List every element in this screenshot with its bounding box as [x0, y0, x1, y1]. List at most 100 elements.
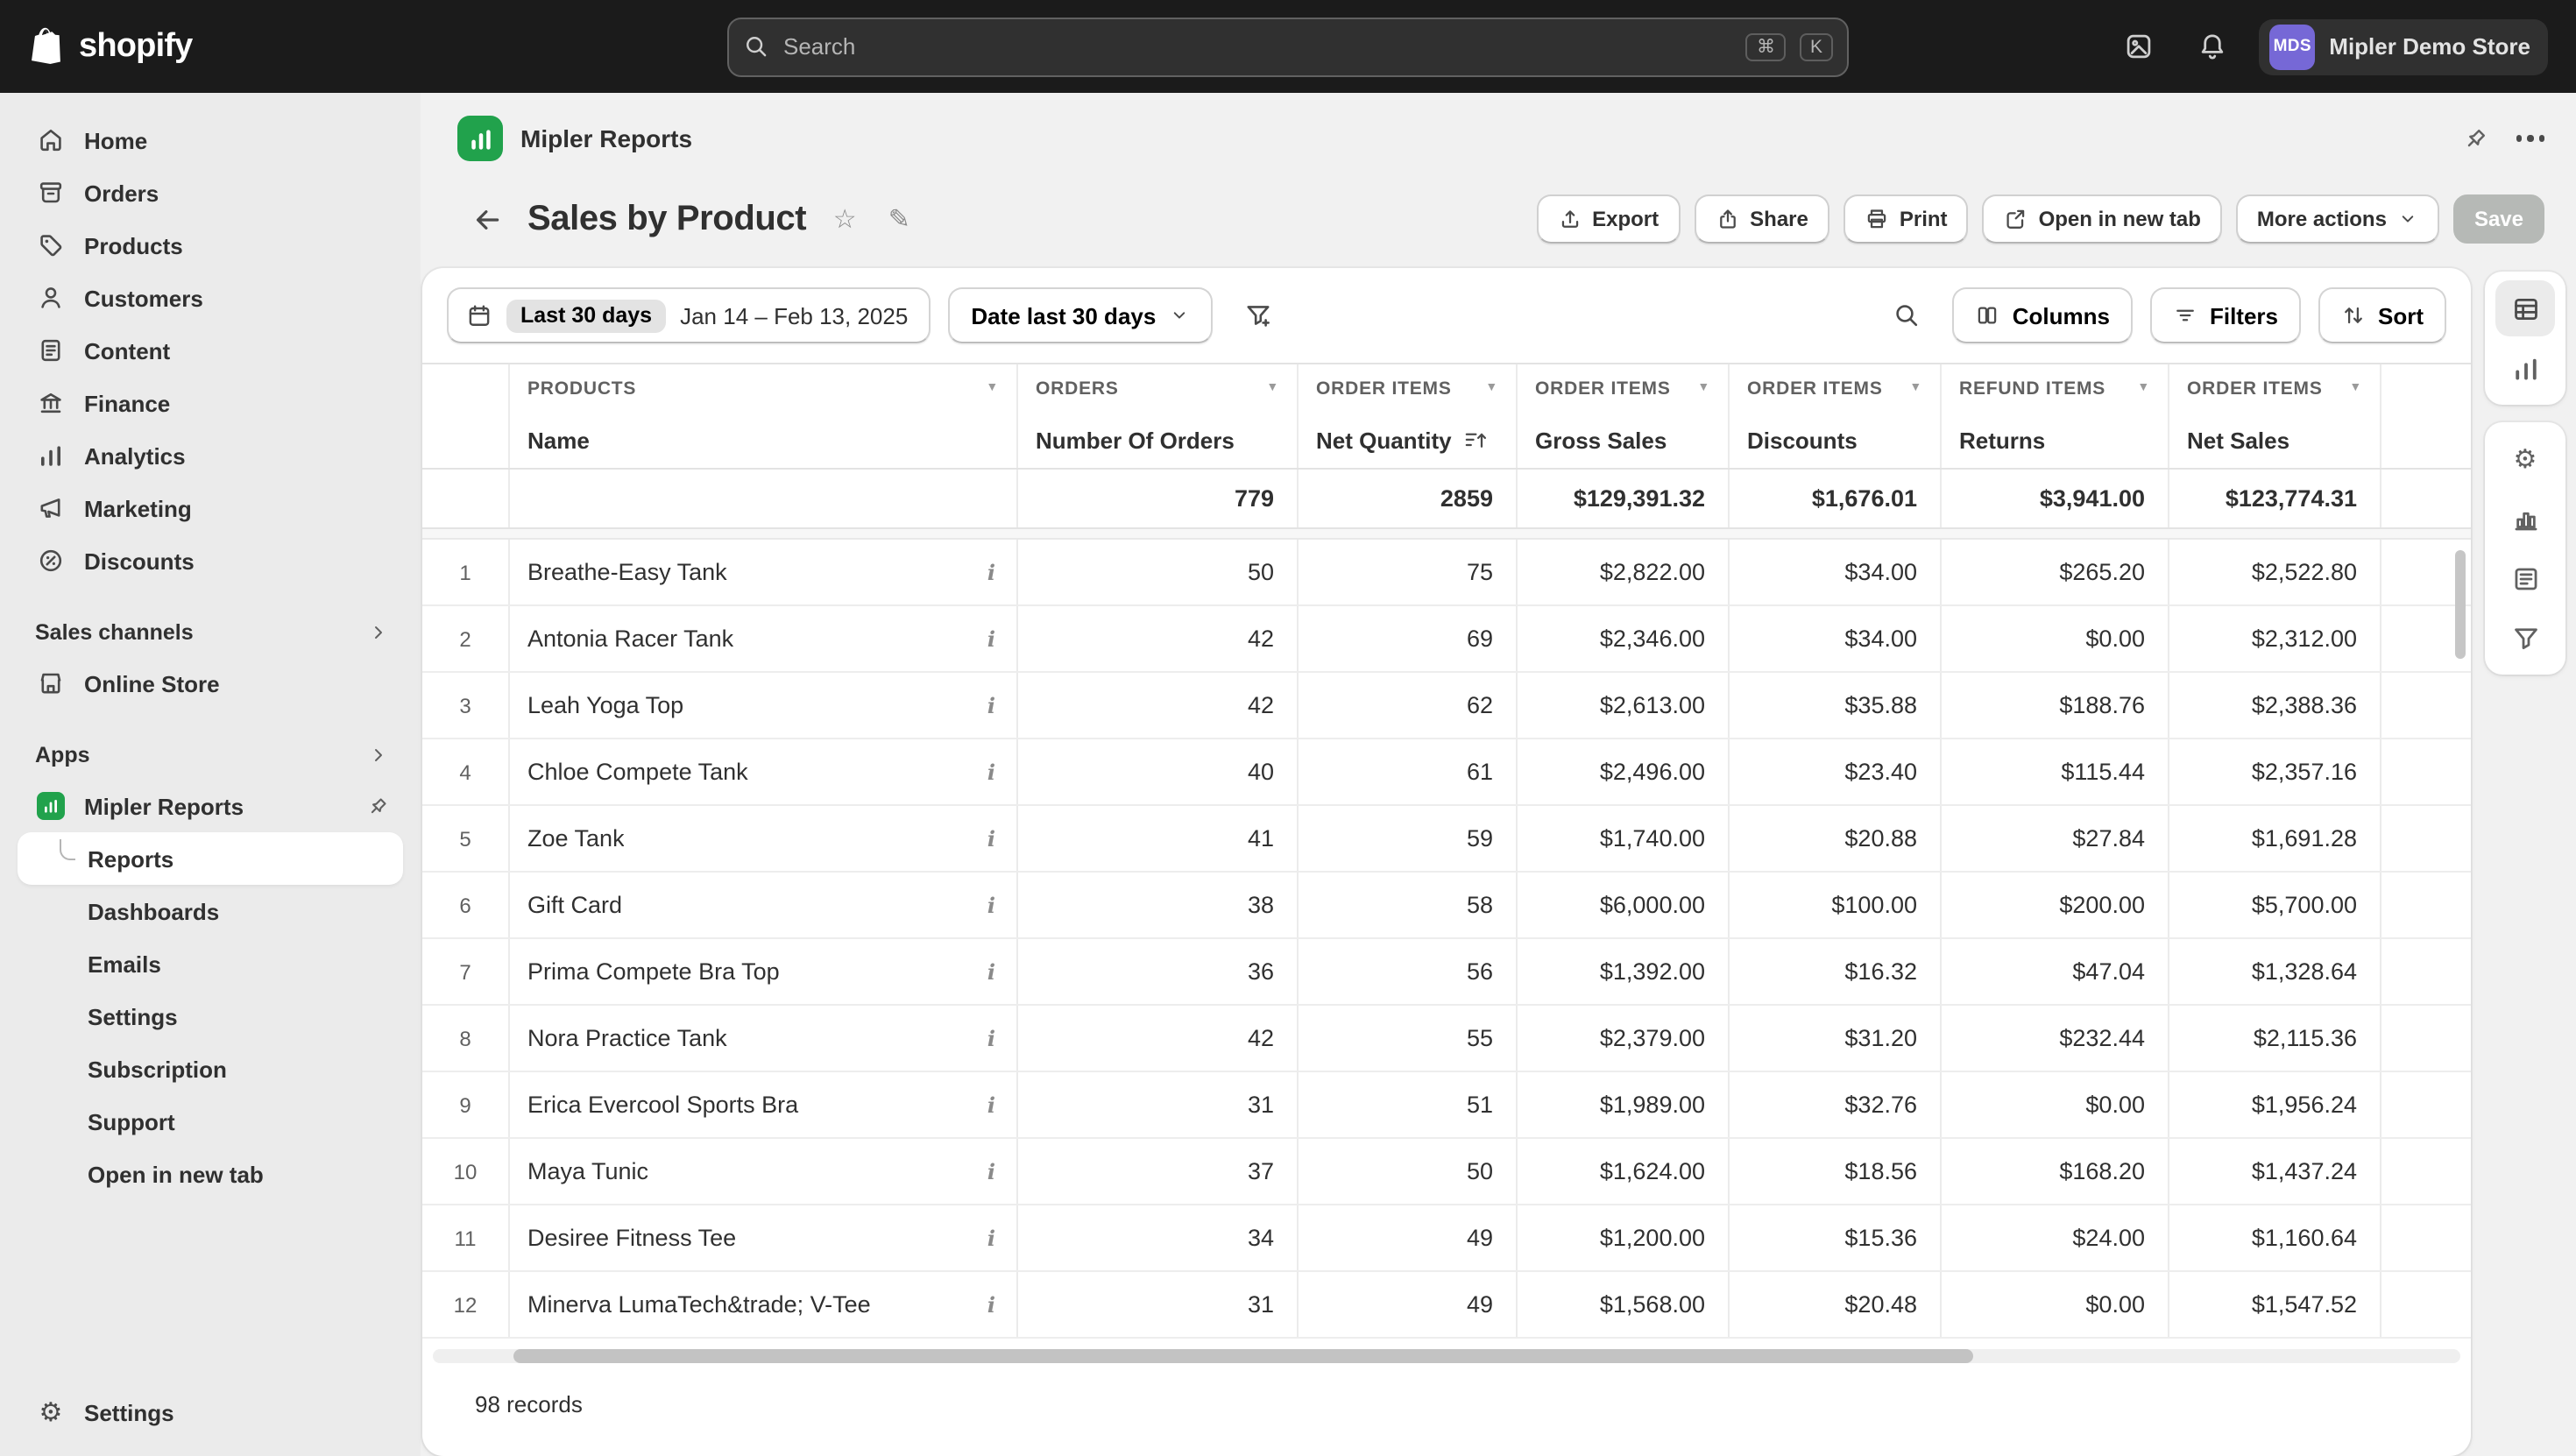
pin-icon[interactable] — [2461, 125, 2488, 152]
column-gross-sales[interactable]: Gross Sales — [1518, 412, 1730, 468]
group-refund-items[interactable]: REFUND ITEMS▼ — [1942, 364, 2169, 412]
info-icon[interactable]: i — [987, 1226, 999, 1250]
info-icon[interactable]: i — [987, 1026, 999, 1050]
sidebar-section-sales-channels[interactable]: Sales channels — [18, 608, 403, 657]
horizontal-scrollbar[interactable] — [422, 1342, 2471, 1370]
table-row[interactable]: 4 Chloe Compete Tank i 40 61 $2,496.00 $… — [422, 739, 2471, 806]
table-row[interactable]: 3 Leah Yoga Top i 42 62 $2,613.00 $35.88… — [422, 673, 2471, 739]
table-row[interactable]: 9 Erica Evercool Sports Bra i 31 51 $1,9… — [422, 1072, 2471, 1139]
table-row[interactable]: 5 Zoe Tank i 41 59 $1,740.00 $20.88 $27.… — [422, 806, 2471, 873]
open-in-new-tab-button[interactable]: Open in new tab — [1983, 194, 2222, 244]
sidebar-subitem-subscription[interactable]: Subscription — [18, 1043, 403, 1095]
sidebar-item-mipler-reports[interactable]: Mipler Reports — [18, 780, 403, 832]
product-name-cell[interactable]: Breathe-Easy Tank i — [510, 540, 1018, 604]
sidebar-item-orders[interactable]: Orders — [18, 166, 403, 219]
info-icon[interactable]: i — [987, 893, 999, 917]
columns-button[interactable]: Columns — [1953, 287, 2133, 343]
product-name-cell[interactable]: Chloe Compete Tank i — [510, 739, 1018, 804]
group-order-items-1[interactable]: ORDER ITEMS▼ — [1299, 364, 1518, 412]
media-icon[interactable] — [2112, 20, 2164, 73]
product-name-cell[interactable]: Leah Yoga Top i — [510, 673, 1018, 738]
sidebar-section-apps[interactable]: Apps — [18, 731, 403, 780]
product-name-cell[interactable]: Nora Practice Tank i — [510, 1006, 1018, 1071]
sidebar-item-home[interactable]: Home — [18, 114, 403, 166]
rail-table-view-button[interactable] — [2495, 280, 2555, 336]
info-icon[interactable]: i — [987, 1092, 999, 1117]
more-options-icon[interactable] — [2516, 136, 2544, 142]
table-row[interactable]: 1 Breathe-Easy Tank i 50 75 $2,822.00 $3… — [422, 540, 2471, 606]
info-icon[interactable]: i — [987, 1292, 999, 1317]
table-row[interactable]: 12 Minerva LumaTech&trade; V-Tee i 31 49… — [422, 1272, 2471, 1339]
rail-format-button[interactable] — [2495, 550, 2555, 606]
group-order-items-3[interactable]: ORDER ITEMS▼ — [1730, 364, 1942, 412]
search-input[interactable] — [783, 33, 1732, 60]
sidebar-item-analytics[interactable]: Analytics — [18, 429, 403, 482]
table-row[interactable]: 8 Nora Practice Tank i 42 55 $2,379.00 $… — [422, 1006, 2471, 1072]
info-icon[interactable]: i — [987, 626, 999, 651]
date-range-button[interactable]: Last 30 days Jan 14 – Feb 13, 2025 — [447, 287, 931, 343]
store-menu[interactable]: MDS Mipler Demo Store — [2259, 18, 2548, 74]
table-row[interactable]: 11 Desiree Fitness Tee i 34 49 $1,200.00… — [422, 1205, 2471, 1272]
table-search-icon[interactable] — [1879, 287, 1936, 343]
info-icon[interactable]: i — [987, 760, 999, 784]
table-row[interactable]: 10 Maya Tunic i 37 50 $1,624.00 $18.56 $… — [422, 1139, 2471, 1205]
sidebar-item-finance[interactable]: Finance — [18, 377, 403, 429]
sidebar-subitem-support[interactable]: Support — [18, 1095, 403, 1148]
group-order-items-2[interactable]: ORDER ITEMS▼ — [1518, 364, 1730, 412]
filters-button[interactable]: Filters — [2150, 287, 2301, 343]
sidebar-subitem-reports[interactable]: Reports — [18, 832, 403, 885]
save-button[interactable]: Save — [2453, 194, 2544, 244]
column-name[interactable]: Name — [510, 412, 1018, 468]
info-icon[interactable]: i — [987, 1159, 999, 1184]
horizontal-scrollbar-thumb[interactable] — [513, 1349, 1973, 1363]
sort-button[interactable]: Sort — [2318, 287, 2446, 343]
product-name-cell[interactable]: Gift Card i — [510, 873, 1018, 937]
horizontal-scrollbar-track[interactable] — [433, 1349, 2460, 1363]
sidebar-item-marketing[interactable]: Marketing — [18, 482, 403, 534]
column-number-of-orders[interactable]: Number Of Orders — [1018, 412, 1299, 468]
sidebar-subitem-dashboards[interactable]: Dashboards — [18, 885, 403, 937]
export-button[interactable]: Export — [1536, 194, 1680, 244]
sidebar-subitem-settings[interactable]: Settings — [18, 990, 403, 1043]
notifications-bell-icon[interactable] — [2185, 20, 2238, 73]
more-actions-button[interactable]: More actions — [2236, 194, 2439, 244]
rail-chart-view-button[interactable] — [2495, 340, 2555, 396]
product-name-cell[interactable]: Zoe Tank i — [510, 806, 1018, 871]
sidebar-item-discounts[interactable]: Discounts — [18, 534, 403, 587]
sidebar-item-content[interactable]: Content — [18, 324, 403, 377]
column-returns[interactable]: Returns — [1942, 412, 2169, 468]
table-row[interactable]: 2 Antonia Racer Tank i 42 69 $2,346.00 $… — [422, 606, 2471, 673]
sidebar-item-customers[interactable]: Customers — [18, 272, 403, 324]
sidebar-item-online-store[interactable]: Online Store — [18, 657, 403, 710]
back-arrow-icon[interactable] — [463, 194, 512, 244]
info-icon[interactable]: i — [987, 560, 999, 584]
favorite-star-icon[interactable]: ☆ — [825, 203, 864, 235]
rename-pencil-icon[interactable]: ✎ — [880, 203, 918, 235]
product-name-cell[interactable]: Prima Compete Bra Top i — [510, 939, 1018, 1004]
info-icon[interactable]: i — [987, 959, 999, 984]
product-name-cell[interactable]: Desiree Fitness Tee i — [510, 1205, 1018, 1270]
global-search[interactable]: ⌘ K — [727, 17, 1849, 76]
vertical-scrollbar-thumb[interactable] — [2455, 550, 2466, 659]
rail-filter-button[interactable] — [2495, 610, 2555, 666]
column-discounts[interactable]: Discounts — [1730, 412, 1942, 468]
product-name-cell[interactable]: Maya Tunic i — [510, 1139, 1018, 1204]
product-name-cell[interactable]: Minerva LumaTech&trade; V-Tee i — [510, 1272, 1018, 1337]
share-button[interactable]: Share — [1694, 194, 1829, 244]
info-icon[interactable]: i — [987, 693, 999, 717]
product-name-cell[interactable]: Erica Evercool Sports Bra i — [510, 1072, 1018, 1137]
print-button[interactable]: Print — [1844, 194, 1969, 244]
rail-settings-button[interactable]: ⚙ — [2495, 431, 2555, 487]
column-net-sales[interactable]: Net Sales — [2169, 412, 2381, 468]
column-net-quantity[interactable]: Net Quantity — [1299, 412, 1518, 468]
group-products[interactable]: PRODUCTS▼ — [510, 364, 1018, 412]
sidebar-item-products[interactable]: Products — [18, 219, 403, 272]
sidebar-subitem-emails[interactable]: Emails — [18, 937, 403, 990]
rail-chart-type-button[interactable] — [2495, 491, 2555, 547]
group-orders[interactable]: ORDERS▼ — [1018, 364, 1299, 412]
date-filter-dropdown[interactable]: Date last 30 days — [948, 287, 1212, 343]
table-row[interactable]: 6 Gift Card i 38 58 $6,000.00 $100.00 $2… — [422, 873, 2471, 939]
group-order-items-4[interactable]: ORDER ITEMS▼ — [2169, 364, 2381, 412]
sidebar-item-settings[interactable]: ⚙ Settings — [18, 1386, 403, 1438]
add-filter-icon[interactable] — [1229, 287, 1285, 343]
